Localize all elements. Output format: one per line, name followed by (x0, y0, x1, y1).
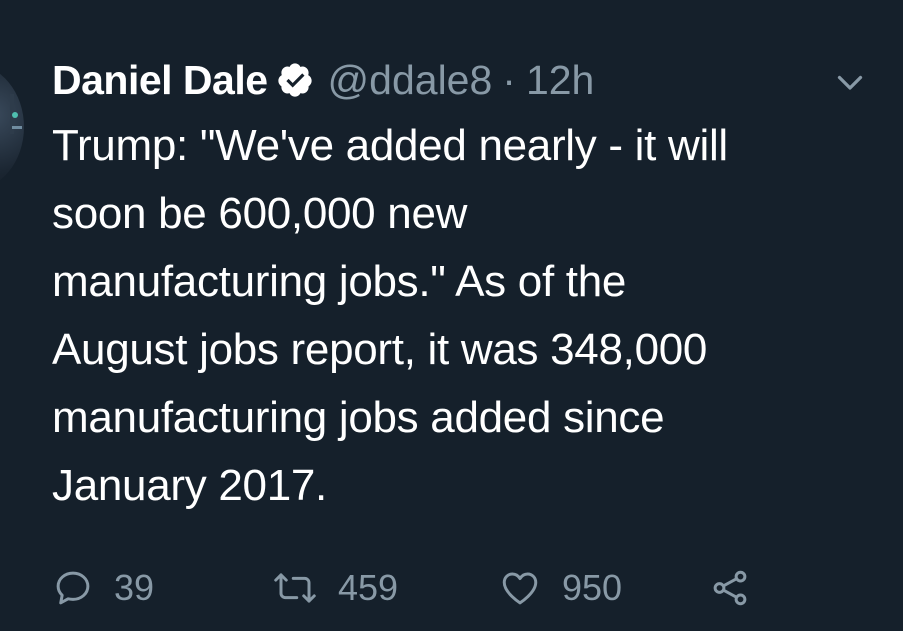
heart-icon (498, 567, 542, 609)
reply-count: 39 (114, 567, 155, 608)
like-button[interactable]: 950 (498, 567, 708, 609)
like-count: 950 (562, 567, 623, 608)
reply-bubble-icon (52, 567, 94, 609)
tweet-card[interactable]: Daniel Dale @ddale8 · 12h Trump: "We've … (0, 0, 903, 631)
verified-badge-icon (276, 61, 314, 99)
avatar-detail (12, 112, 18, 118)
share-button[interactable] (708, 567, 752, 609)
tweet-text-line: manufacturing jobs." As of the (52, 257, 627, 306)
tweet-text-line: soon be 600,000 new (52, 189, 468, 238)
tweet-text-line: Trump: "We've added nearly - it will (52, 121, 728, 170)
tweet-text-line: August jobs report, it was 348,000 (52, 325, 708, 374)
reply-button[interactable]: 39 (52, 567, 272, 609)
tweet-header: Daniel Dale @ddale8 · 12h (52, 52, 594, 108)
author-handle[interactable]: @ddale8 (328, 57, 493, 104)
separator-dot: · (502, 56, 516, 103)
tweet-text-line: manufacturing jobs added since (52, 393, 665, 442)
retweet-count: 459 (338, 567, 399, 608)
share-nodes-icon (708, 567, 752, 609)
timestamp[interactable]: 12h (526, 57, 594, 104)
author-name[interactable]: Daniel Dale (52, 57, 268, 104)
avatar-detail (12, 126, 22, 129)
chevron-down-icon[interactable] (832, 64, 868, 100)
tweet-text-line: January 2017. (52, 461, 327, 510)
avatar[interactable] (0, 64, 24, 190)
retweet-arrows-icon (272, 567, 318, 609)
retweet-button[interactable]: 459 (272, 567, 498, 609)
tweet-actions: 39 459 950 (52, 562, 752, 614)
tweet-text: Trump: "We've added nearly - it will soo… (52, 112, 872, 520)
